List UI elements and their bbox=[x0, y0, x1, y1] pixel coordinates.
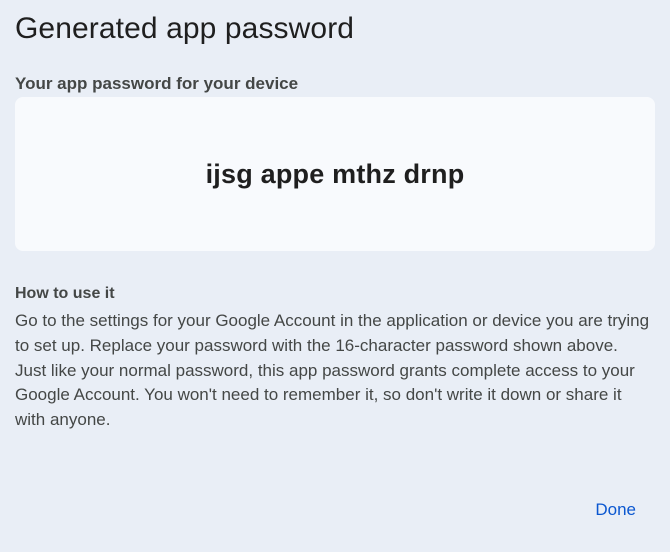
instructions-heading: How to use it bbox=[15, 285, 115, 302]
dialog-title: Generated app password bbox=[15, 12, 355, 45]
password-box: ijsg appe mthz drnp bbox=[15, 97, 655, 251]
app-password-value[interactable]: ijsg appe mthz drnp bbox=[206, 159, 465, 190]
done-button[interactable]: Done bbox=[583, 496, 648, 524]
password-label: Your app password for your device bbox=[15, 74, 299, 93]
instructions-paragraph: Go to the settings for your Google Accou… bbox=[15, 311, 650, 355]
instructions-paragraph: Just like your normal password, this app… bbox=[15, 360, 635, 430]
instructions-section: How to use it Go to the settings for you… bbox=[15, 284, 655, 433]
